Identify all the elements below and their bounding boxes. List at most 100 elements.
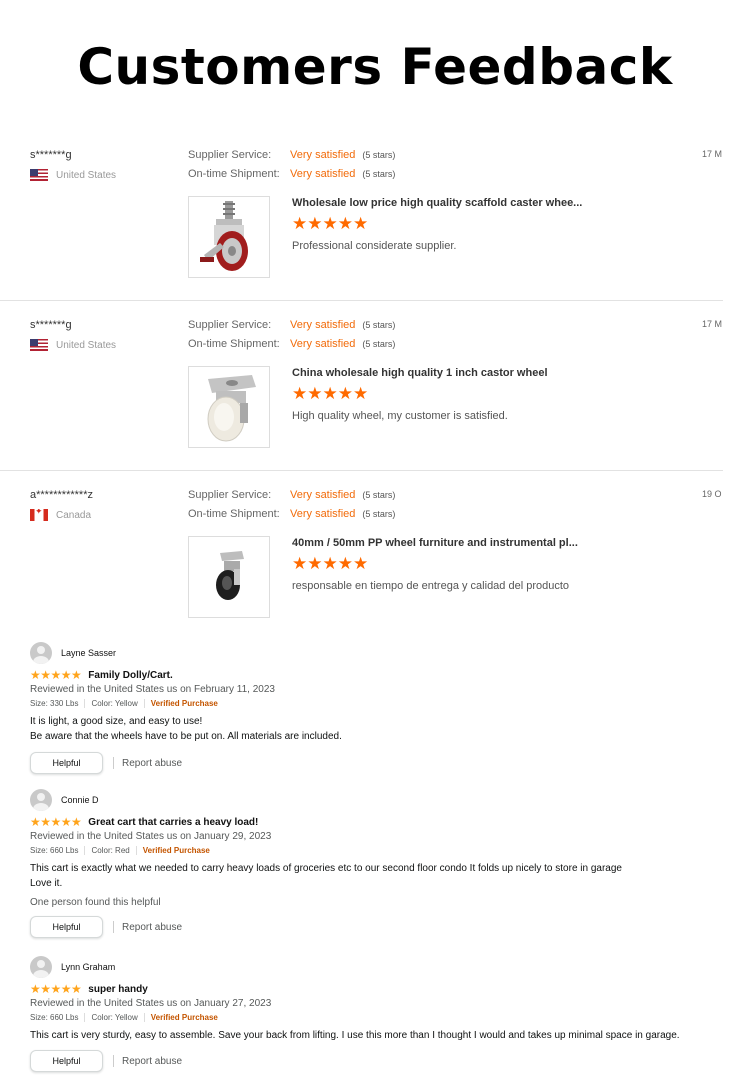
review-date: 17 M: [702, 319, 723, 329]
review-body-line: It is light, a good size, and easy to us…: [30, 716, 203, 727]
reviewer-name[interactable]: Lynn Graham: [61, 962, 115, 972]
product-thumbnail[interactable]: [188, 366, 270, 448]
shipment-row: On-time Shipment: Very satisfied (5 star…: [188, 168, 395, 180]
customer-review: Layne Sasser ★★★★★ Family Dolly/Cart. Re…: [30, 642, 720, 774]
review-comment: responsable en tiempo de entrega y calid…: [292, 580, 570, 592]
supplier-service-label: Supplier Service:: [188, 489, 272, 501]
supplier-service-row: Supplier Service: Very satisfied (5 star…: [188, 319, 395, 331]
reviewer-country: United States: [30, 169, 116, 181]
review-attributes: Size: 660 Lbs Color: Yellow Verified Pur…: [30, 1013, 720, 1022]
supplier-service-stars: (5 stars): [362, 150, 396, 160]
reviewer-name: a************z: [30, 489, 93, 501]
page-title: Customers Feedback: [77, 38, 673, 96]
review-stars: ★★★★★: [30, 668, 82, 682]
shipment-row: On-time Shipment: Very satisfied (5 star…: [188, 338, 395, 350]
review-title[interactable]: Family Dolly/Cart.: [88, 670, 172, 681]
customer-review: Lynn Graham ★★★★★ super handy Reviewed i…: [30, 956, 720, 1072]
review-meta: Reviewed in the United States us on Janu…: [30, 998, 272, 1009]
shipment-value: Very satisfied: [290, 508, 356, 520]
report-abuse-link[interactable]: Report abuse: [122, 1056, 182, 1067]
report-abuse-link[interactable]: Report abuse: [122, 758, 182, 769]
customer-review: Connie D ★★★★★ Great cart that carries a…: [30, 789, 720, 938]
product-rating-stars: ★★★★★: [292, 214, 369, 233]
report-abuse-link[interactable]: Report abuse: [122, 922, 182, 933]
supplier-service-stars: (5 stars): [362, 320, 396, 330]
supplier-service-value: Very satisfied: [290, 489, 356, 501]
review-body: This cart is exactly what we needed to c…: [30, 861, 720, 891]
helpful-button[interactable]: Helpful: [30, 1050, 103, 1072]
country-name: Canada: [56, 509, 92, 521]
review-title[interactable]: Great cart that carries a heavy load!: [88, 817, 258, 828]
helpful-button[interactable]: Helpful: [30, 916, 103, 938]
reviewer-country: Canada: [30, 509, 91, 521]
review-meta: Reviewed in the United States us on Febr…: [30, 684, 275, 695]
supplier-service-value: Very satisfied: [290, 319, 356, 331]
supplier-service-value: Very satisfied: [290, 149, 356, 161]
review-stars: ★★★★★: [30, 982, 82, 996]
us-flag-icon: [30, 339, 48, 351]
supplier-service-row: Supplier Service: Very satisfied (5 star…: [188, 489, 395, 501]
supplier-service-label: Supplier Service:: [188, 149, 272, 161]
divider: [84, 699, 86, 708]
review-attributes: Size: 330 Lbs Color: Yellow Verified Pur…: [30, 699, 720, 708]
supplier-service-label: Supplier Service:: [188, 319, 272, 331]
country-name: United States: [56, 169, 117, 181]
color-attribute: Color: Yellow: [91, 1013, 138, 1022]
verified-purchase-badge: Verified Purchase: [150, 1013, 218, 1022]
supplier-review: a************z Canada Supplier Service: …: [0, 471, 723, 641]
shipment-label: On-time Shipment:: [188, 168, 280, 180]
us-flag-icon: [30, 169, 48, 181]
review-comment: Professional considerate supplier.: [292, 240, 457, 252]
product-rating-stars: ★★★★★: [292, 554, 369, 573]
divider: [84, 1013, 86, 1022]
verified-purchase-badge: Verified Purchase: [150, 699, 218, 708]
country-name: United States: [56, 339, 117, 351]
review-date: 17 M: [702, 149, 723, 159]
supplier-service-row: Supplier Service: Very satisfied (5 star…: [188, 149, 395, 161]
reviewer-name[interactable]: Layne Sasser: [61, 648, 116, 658]
scaffold-caster-image: [200, 201, 248, 271]
review-body-line: Be aware that the wheels have to be put …: [30, 731, 342, 742]
reviewer-name: s*******g: [30, 149, 72, 161]
supplier-service-stars: (5 stars): [362, 490, 396, 500]
review-comment: High quality wheel, my customer is satis…: [292, 410, 508, 422]
product-thumbnail[interactable]: [188, 536, 270, 618]
review-body-line: This cart is exactly what we needed to c…: [30, 863, 622, 874]
shipment-stars: (5 stars): [362, 169, 396, 179]
review-title[interactable]: super handy: [88, 984, 147, 995]
castor-wheel-image: [207, 375, 256, 442]
supplier-review: s*******g United States Supplier Service…: [0, 301, 723, 471]
shipment-label: On-time Shipment:: [188, 338, 280, 350]
shipment-stars: (5 stars): [362, 509, 396, 519]
helpful-count: One person found this helpful: [30, 897, 161, 908]
product-rating-stars: ★★★★★: [292, 384, 369, 403]
size-attribute: Size: 330 Lbs: [30, 699, 79, 708]
review-stars: ★★★★★: [30, 815, 82, 829]
divider: [84, 846, 86, 855]
divider: [113, 757, 114, 769]
reviewer-name[interactable]: Connie D: [61, 795, 99, 805]
avatar: [30, 642, 52, 664]
product-title[interactable]: China wholesale high quality 1 inch cast…: [292, 367, 548, 379]
reviewer-name: s*******g: [30, 319, 72, 331]
helpful-button[interactable]: Helpful: [30, 752, 103, 774]
pp-wheel-image: [216, 551, 244, 600]
review-date: 19 O: [702, 489, 722, 499]
review-body-line: This cart is very sturdy, easy to assemb…: [30, 1030, 680, 1041]
avatar: [30, 956, 52, 978]
divider: [113, 1055, 114, 1067]
canada-flag-icon: [30, 509, 48, 521]
review-attributes: Size: 660 Lbs Color: Red Verified Purcha…: [30, 846, 720, 855]
product-title[interactable]: 40mm / 50mm PP wheel furniture and instr…: [292, 537, 578, 549]
review-meta: Reviewed in the United States us on Janu…: [30, 831, 272, 842]
supplier-review: s*******g United States Supplier Service…: [0, 131, 723, 301]
review-body: This cart is very sturdy, easy to assemb…: [30, 1028, 720, 1043]
shipment-value: Very satisfied: [290, 338, 356, 350]
shipment-label: On-time Shipment:: [188, 508, 280, 520]
divider: [135, 846, 137, 855]
review-body: It is light, a good size, and easy to us…: [30, 714, 720, 744]
reviewer-country: United States: [30, 339, 116, 351]
color-attribute: Color: Red: [91, 846, 130, 855]
product-thumbnail[interactable]: [188, 196, 270, 278]
product-title[interactable]: Wholesale low price high quality scaffol…: [292, 197, 582, 209]
